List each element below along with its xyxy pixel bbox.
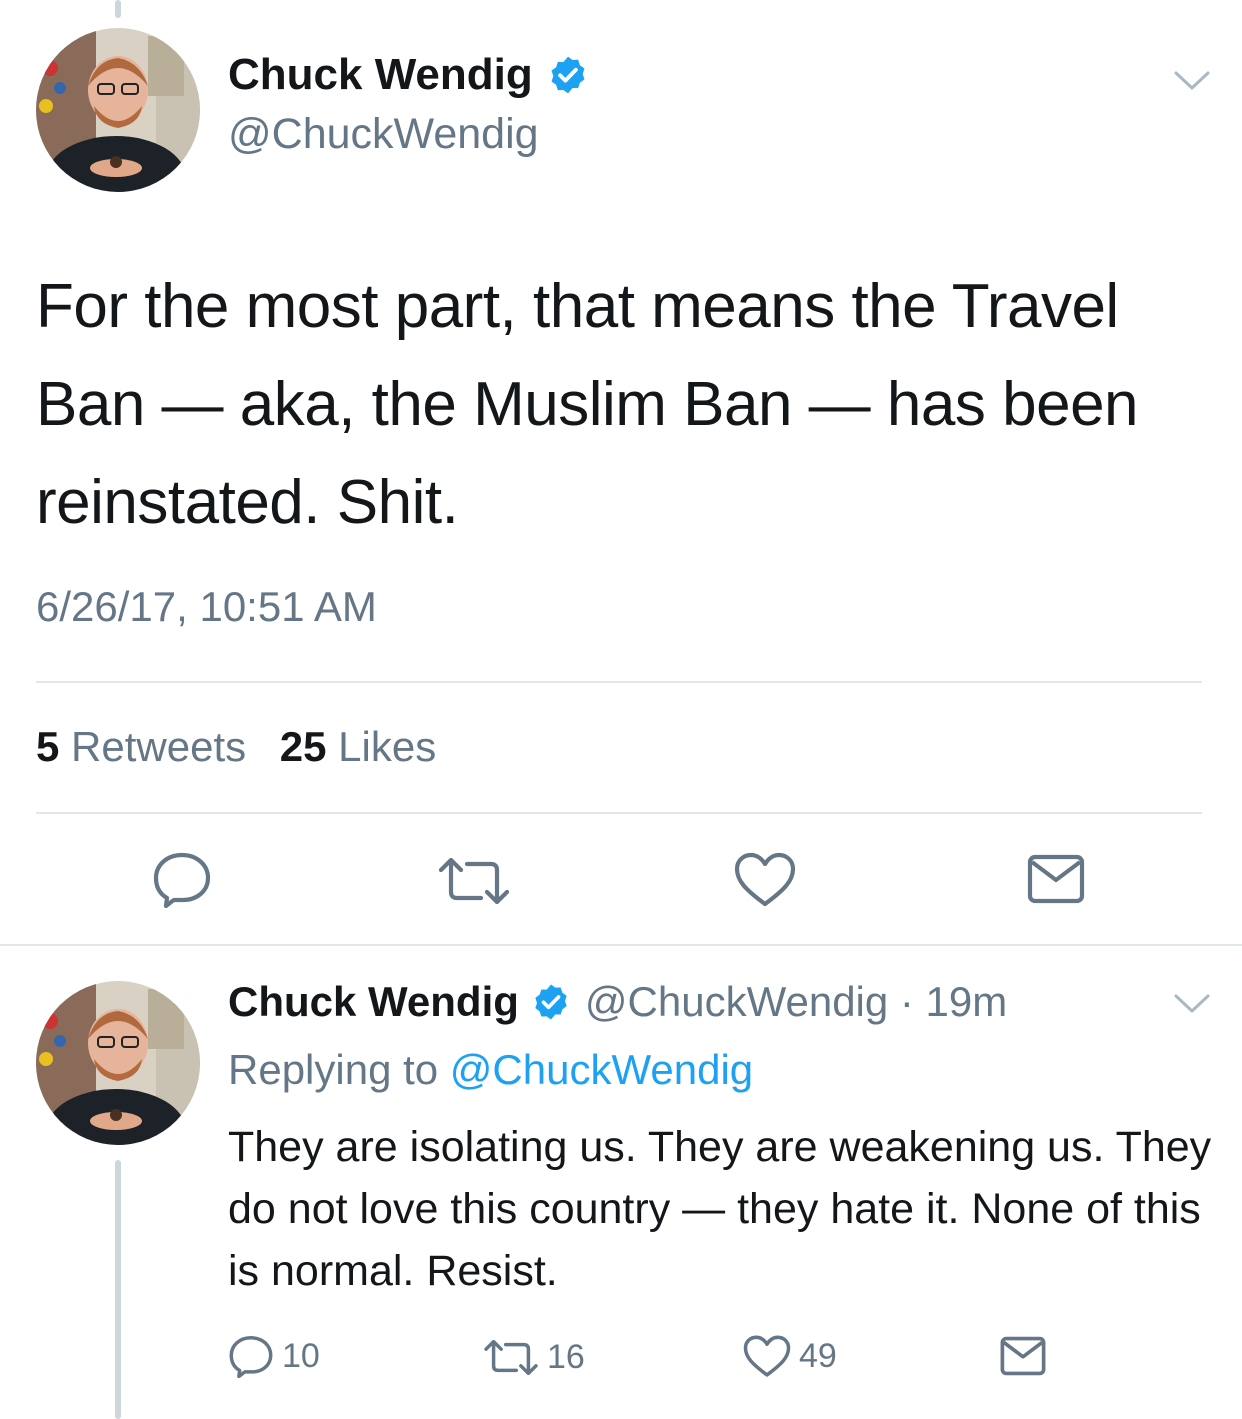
like-count: 49 xyxy=(799,1337,837,1375)
direct-message-icon xyxy=(1027,854,1085,904)
retweet-button[interactable]: 16 xyxy=(483,1338,585,1377)
verified-badge-icon xyxy=(531,982,571,1022)
mention-link[interactable]: @ChuckWendig xyxy=(450,1046,753,1093)
retweets-label[interactable]: Retweets xyxy=(71,723,246,770)
thread-line xyxy=(115,0,121,18)
author-handle[interactable]: @ChuckWendig xyxy=(228,110,539,159)
reply-icon xyxy=(229,1336,273,1378)
direct-message-icon xyxy=(1000,1336,1046,1376)
chevron-down-icon[interactable] xyxy=(1174,70,1210,92)
chevron-down-icon[interactable] xyxy=(1174,993,1210,1015)
replying-to: Replying to @ChuckWendig xyxy=(228,1046,753,1094)
like-button[interactable]: 49 xyxy=(743,1335,837,1378)
direct-message-button[interactable] xyxy=(1000,1336,1046,1376)
tweet-text: They are isolating us. They are weakenin… xyxy=(228,1123,1212,1295)
thread-line xyxy=(115,1160,121,1419)
tweet-text: For the most part, that means the Travel… xyxy=(36,272,1139,537)
avatar[interactable] xyxy=(36,28,200,192)
engagement-stats: 5 Retweets 25 Likes xyxy=(36,723,436,771)
retweet-button[interactable] xyxy=(437,858,511,904)
retweets-count[interactable]: 5 xyxy=(36,723,59,770)
tweet-timestamp: 6/26/17, 10:51 AM xyxy=(36,583,377,630)
reply-icon xyxy=(153,852,211,908)
reply-button[interactable]: 10 xyxy=(228,1334,320,1378)
reply-button[interactable] xyxy=(152,850,212,908)
avatar[interactable] xyxy=(36,981,200,1145)
retweet-icon xyxy=(484,1340,538,1375)
direct-message-button[interactable] xyxy=(1027,854,1085,904)
divider xyxy=(36,812,1202,814)
verified-badge-icon xyxy=(547,54,589,96)
like-icon xyxy=(734,852,796,907)
divider xyxy=(36,681,1202,683)
like-button[interactable] xyxy=(734,852,796,908)
retweet-icon xyxy=(438,858,510,904)
author-name[interactable]: Chuck Wendig xyxy=(228,50,533,100)
replying-prefix: Replying to xyxy=(228,1046,439,1093)
author-handle-time[interactable]: @ChuckWendig · 19m xyxy=(585,978,1007,1026)
section-divider xyxy=(0,944,1242,946)
likes-count[interactable]: 25 xyxy=(280,723,327,770)
likes-label[interactable]: Likes xyxy=(338,723,436,770)
retweet-count: 16 xyxy=(547,1338,585,1376)
like-icon xyxy=(743,1335,791,1377)
author-name[interactable]: Chuck Wendig xyxy=(228,978,519,1026)
reply-count: 10 xyxy=(282,1336,320,1375)
